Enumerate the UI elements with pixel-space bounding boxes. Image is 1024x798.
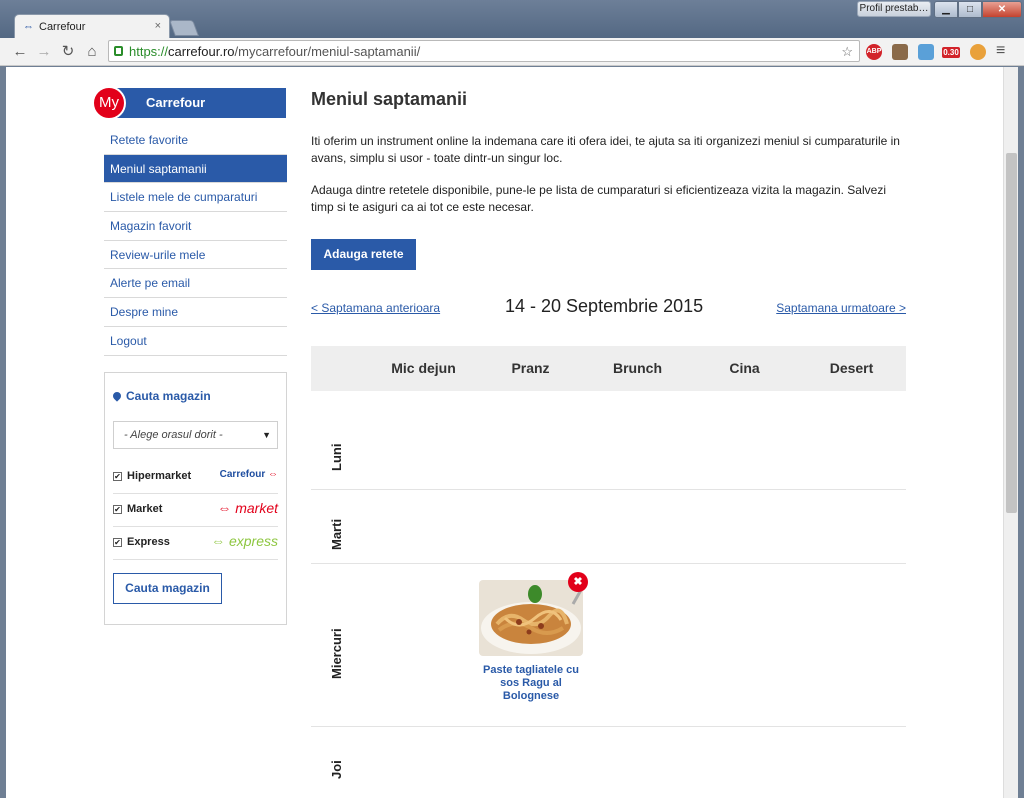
day-row-luni: Luni — [311, 391, 906, 490]
timer-extension-icon[interactable]: 0.30 — [942, 47, 960, 58]
close-window-button[interactable]: ✕ — [982, 1, 1022, 18]
chevron-down-icon: ▼ — [262, 430, 271, 440]
brand-name: Carrefour — [106, 88, 286, 118]
page-title: Meniul saptamanii — [311, 89, 468, 109]
meal-header-brunch: Brunch — [613, 360, 662, 376]
adblock-icon[interactable]: ABP — [866, 44, 882, 60]
new-tab-button[interactable] — [169, 20, 199, 36]
week-range-label: 14 - 20 Septembrie 2015 — [505, 296, 704, 316]
bookmark-star-icon[interactable]: ☆ — [841, 44, 853, 60]
meal-header-cina: Cina — [729, 360, 760, 376]
meal-header-row: Mic dejun Pranz Brunch Cina Desert — [311, 346, 906, 391]
sidebar-item-despre-mine[interactable]: Despre mine — [104, 298, 287, 327]
mycarrefour-logo[interactable]: My Carrefour — [92, 86, 286, 120]
sidebar-item-retete-favorite[interactable]: Retete favorite — [104, 126, 287, 155]
market-label: Market — [127, 503, 163, 515]
carrefour-market-logo: ⇔ market — [217, 500, 278, 516]
previous-week-link[interactable]: < Saptamana anterioara — [311, 301, 440, 315]
recipe-name[interactable]: Paste tagliatele cu sos Ragu al Bolognes… — [479, 664, 583, 703]
express-checkbox[interactable]: ✔ — [113, 538, 122, 547]
hipermarket-label: Hipermarket — [127, 470, 192, 482]
sidebar-item-alerte-email[interactable]: Alerte pe email — [104, 269, 287, 299]
remove-recipe-icon[interactable]: ✖ — [568, 572, 588, 592]
url-text[interactable]: https://carrefour.ro/mycarrefour/meniul-… — [129, 44, 420, 59]
recipe-image[interactable] — [479, 580, 583, 656]
hipermarket-checkbox[interactable]: ✔ — [113, 472, 122, 481]
chrome-menu-icon[interactable]: ≡ — [996, 42, 1005, 60]
next-week-link[interactable]: Saptamana urmatoare > — [776, 301, 906, 315]
home-icon[interactable]: ⌂ — [82, 42, 102, 62]
add-recipes-button[interactable]: Adauga retete — [311, 239, 416, 270]
page-content: My Carrefour Retete favorite Meniul sapt… — [6, 67, 1003, 798]
intro-paragraph-1: Iti oferim un instrument online la indem… — [311, 134, 900, 165]
window-frame — [1018, 67, 1024, 798]
sidebar-item-meniul-saptamanii[interactable]: Meniul saptamanii — [104, 154, 287, 184]
location-pin-icon — [111, 390, 123, 402]
sidebar-item-listele-mele[interactable]: Listele mele de cumparaturi — [104, 183, 287, 213]
market-checkbox[interactable]: ✔ — [113, 505, 122, 514]
day-row-joi: Joi — [311, 727, 906, 798]
carrefour-logo: Carrefour ⇔ — [219, 469, 278, 480]
sidebar-item-review-uri[interactable]: Review-urile mele — [104, 241, 287, 270]
express-label: Express — [127, 536, 170, 548]
scrollbar-thumb[interactable] — [1006, 153, 1017, 513]
profile-button[interactable]: Profil prestab… — [857, 1, 931, 17]
lock-icon — [114, 46, 123, 56]
day-row-miercuri: Miercuri ✖ Paste tagliatele cu sos Ragu … — [311, 564, 906, 727]
browser-toolbar: ← → ↻ ⌂ https://carrefour.ro/mycarrefour… — [0, 38, 1024, 66]
window-titlebar: ⇔ Carrefour × Profil prestab… ▁ □ ✕ — [0, 0, 1024, 40]
carrefour-favicon-icon: ⇔ — [23, 21, 34, 33]
sidebar-item-logout[interactable]: Logout — [104, 327, 287, 356]
browser-tab[interactable]: ⇔ Carrefour × — [14, 14, 170, 40]
account-sidebar-nav: Retete favorite Meniul saptamanii Listel… — [104, 126, 287, 356]
recipe-card[interactable]: ✖ Paste tagliatele cu sos Ragu al Bologn… — [479, 572, 588, 703]
address-bar[interactable]: https://carrefour.ro/mycarrefour/meniul-… — [108, 40, 860, 62]
forward-icon[interactable]: → — [34, 42, 54, 62]
page-scrollbar[interactable] — [1003, 67, 1018, 798]
day-label-joi: Joi — [329, 760, 344, 779]
store-finder-box: Cauta magazin - Alege orasul dorit - ▼ ✔ … — [104, 372, 287, 625]
day-row-marti: Marti — [311, 490, 906, 564]
day-label-luni: Luni — [329, 443, 344, 471]
store-type-market: ✔ Market ⇔ market — [113, 494, 278, 527]
store-type-hipermarket: ✔ Hipermarket Carrefour ⇔ — [113, 461, 278, 494]
day-label-marti: Marti — [329, 518, 344, 550]
my-badge: My — [92, 86, 126, 120]
back-icon[interactable]: ← — [10, 42, 30, 62]
city-select[interactable]: - Alege orasul dorit - ▼ — [113, 421, 278, 449]
instagram-icon[interactable] — [892, 44, 908, 60]
search-store-button[interactable]: Cauta magazin — [113, 573, 222, 604]
maximize-button[interactable]: □ — [958, 1, 982, 18]
sidebar-item-magazin-favorit[interactable]: Magazin favorit — [104, 212, 287, 241]
intro-paragraph-2: Adauga dintre retetele disponibile, pune… — [311, 183, 886, 214]
meal-header-mic-dejun: Mic dejun — [391, 360, 456, 376]
extension-icon[interactable] — [970, 44, 986, 60]
tab-close-icon[interactable]: × — [155, 20, 161, 32]
store-finder-title: Cauta magazin — [111, 389, 211, 403]
minimize-button[interactable]: ▁ — [934, 1, 958, 18]
store-type-express: ✔ Express ⇔ express — [113, 527, 278, 560]
day-label-miercuri: Miercuri — [329, 628, 344, 679]
camera-icon[interactable] — [918, 44, 934, 60]
meal-header-pranz: Pranz — [511, 360, 550, 376]
reload-icon[interactable]: ↻ — [58, 42, 78, 62]
tab-title: Carrefour — [39, 21, 86, 33]
meal-header-desert: Desert — [829, 360, 874, 376]
carrefour-express-logo: ⇔ express — [211, 533, 278, 549]
